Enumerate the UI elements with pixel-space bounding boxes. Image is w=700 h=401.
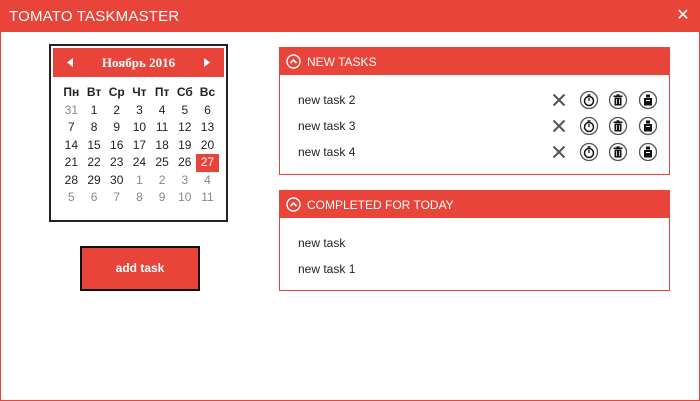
close-icon[interactable]: ✕ [673, 6, 693, 26]
completed-title: COMPLETED FOR TODAY [307, 198, 454, 212]
app-window: TOMATO TASKMASTER ✕ Ноябрь 2016 Пн Вт Ср Чт… [0, 0, 700, 401]
add-task-button[interactable]: add task [80, 246, 200, 291]
completed-task-item[interactable]: new task [298, 236, 345, 250]
calendar-day[interactable]: 11 [151, 119, 174, 137]
task-label: new task 4 [298, 145, 356, 159]
calendar-day[interactable]: 9 [151, 189, 174, 207]
calendar-header: Ноябрь 2016 [53, 48, 224, 77]
archive-icon[interactable] [638, 116, 658, 136]
calendar-day[interactable]: 20 [196, 137, 219, 155]
calendar-day[interactable]: 18 [151, 137, 174, 155]
calendar-grid: Пн Вт Ср Чт Пт Сб Вс 31 1 2 3 4 5 6 7 8 9 10 11 12 13 14 15 16 1… [60, 84, 219, 207]
calendar-day[interactable]: 11 [196, 189, 219, 207]
calendar-day[interactable]: 15 [83, 137, 106, 155]
calendar-day[interactable]: 30 [105, 172, 128, 190]
new-tasks-header[interactable]: NEW TASKS [280, 48, 669, 75]
calendar-week-row: 7 8 9 10 11 12 13 [60, 119, 219, 137]
completed-panel: COMPLETED FOR TODAY new task new task 1 [279, 190, 670, 291]
calendar-day[interactable]: 23 [105, 154, 128, 172]
completed-header[interactable]: COMPLETED FOR TODAY [280, 191, 669, 218]
calendar-day[interactable]: 24 [128, 154, 151, 172]
calendar-day[interactable]: 10 [128, 119, 151, 137]
timer-icon[interactable] [579, 90, 599, 110]
task-row[interactable]: new task 4 [280, 140, 669, 166]
chevron-up-icon[interactable] [286, 54, 301, 69]
weekday-label: Сб [176, 85, 193, 99]
trash-icon[interactable] [608, 116, 628, 136]
selected-day[interactable]: 27 [196, 154, 219, 172]
calendar-day[interactable]: 13 [196, 119, 219, 137]
calendar-day[interactable]: 10 [173, 189, 196, 207]
calendar-day[interactable]: 2 [151, 172, 174, 190]
calendar-week-row: 14 15 16 17 18 19 20 [60, 137, 219, 155]
calendar-day[interactable]: 17 [128, 137, 151, 155]
calendar-day[interactable]: 4 [151, 102, 174, 120]
new-tasks-title: NEW TASKS [307, 55, 377, 69]
chevron-up-icon[interactable] [286, 197, 301, 212]
trash-icon[interactable] [608, 90, 628, 110]
task-label: new task 2 [298, 93, 356, 107]
timer-icon[interactable] [579, 142, 599, 162]
weekday-label: Ср [108, 85, 125, 99]
calendar-day[interactable]: 28 [60, 172, 83, 190]
calendar-day[interactable]: 1 [128, 172, 151, 190]
calendar-day[interactable]: 8 [83, 119, 106, 137]
calendar-day[interactable]: 6 [196, 102, 219, 120]
weekday-row: Пн Вт Ср Чт Пт Сб Вс [60, 84, 219, 102]
close-icon[interactable] [549, 116, 569, 136]
archive-icon[interactable] [638, 142, 658, 162]
calendar-day[interactable]: 22 [83, 154, 106, 172]
task-row[interactable]: new task 2 [280, 88, 669, 114]
calendar-day[interactable]: 3 [128, 102, 151, 120]
task-row[interactable]: new task 3 [280, 114, 669, 140]
calendar-day[interactable]: 6 [83, 189, 106, 207]
calendar-day[interactable]: 2 [105, 102, 128, 120]
weekday-label: Чт [132, 85, 147, 99]
calendar-day[interactable]: 16 [105, 137, 128, 155]
weekday-label: Вт [86, 85, 102, 99]
calendar-day[interactable]: 7 [60, 119, 83, 137]
calendar-day[interactable]: 12 [173, 119, 196, 137]
calendar-day[interactable]: 5 [173, 102, 196, 120]
calendar-day[interactable]: 29 [83, 172, 106, 190]
calendar-day[interactable]: 26 [173, 154, 196, 172]
calendar-day[interactable]: 31 [60, 102, 83, 120]
calendar-day[interactable]: 21 [60, 154, 83, 172]
title-bar: TOMATO TASKMASTER ✕ [1, 1, 699, 32]
calendar-day[interactable]: 4 [196, 172, 219, 190]
weekday-label: Пн [63, 85, 80, 99]
calendar-day[interactable]: 7 [105, 189, 128, 207]
calendar-week-row: 31 1 2 3 4 5 6 [60, 102, 219, 120]
calendar-day[interactable]: 14 [60, 137, 83, 155]
archive-icon[interactable] [638, 90, 658, 110]
timer-icon[interactable] [579, 116, 599, 136]
weekday-label: Вс [199, 85, 216, 99]
close-icon[interactable] [549, 142, 569, 162]
calendar-day[interactable]: 19 [173, 137, 196, 155]
calendar: Ноябрь 2016 Пн Вт Ср Чт Пт Сб Вс 31 1 2 3 4 5 6 7 8 9 10 1… [49, 44, 228, 222]
next-month-icon[interactable] [196, 48, 218, 77]
calendar-day[interactable]: 1 [83, 102, 106, 120]
calendar-week-row: 5 6 7 8 9 10 11 [60, 189, 219, 207]
completed-task-item[interactable]: new task 1 [298, 262, 355, 276]
weekday-label: Пт [154, 85, 170, 99]
calendar-day[interactable]: 8 [128, 189, 151, 207]
new-tasks-panel: NEW TASKS new task 2 new task 3 new task 4 [279, 47, 670, 175]
calendar-day[interactable]: 5 [60, 189, 83, 207]
calendar-week-row: 21 22 23 24 25 26 27 [60, 154, 219, 172]
calendar-day[interactable]: 9 [105, 119, 128, 137]
calendar-week-row: 28 29 30 1 2 3 4 [60, 172, 219, 190]
trash-icon[interactable] [608, 142, 628, 162]
calendar-day[interactable]: 25 [151, 154, 174, 172]
close-icon[interactable] [549, 90, 569, 110]
calendar-day[interactable]: 3 [173, 172, 196, 190]
window-title: TOMATO TASKMASTER [9, 8, 180, 25]
task-label: new task 3 [298, 119, 356, 133]
